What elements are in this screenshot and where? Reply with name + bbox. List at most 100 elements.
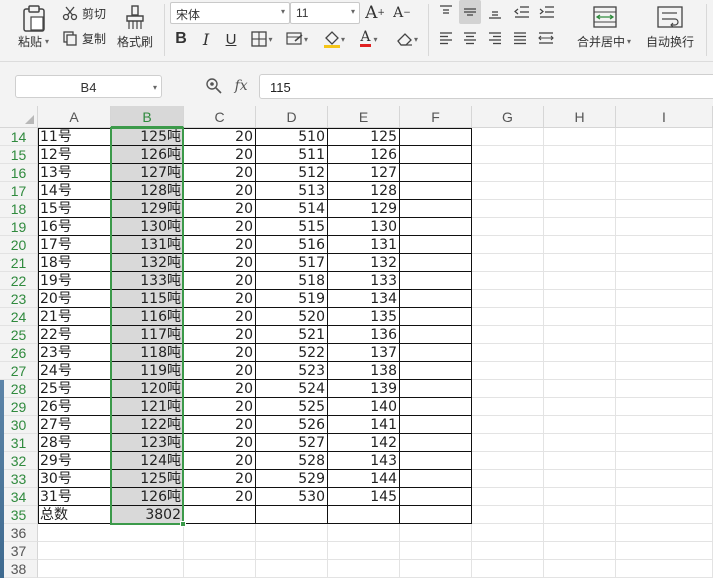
cell-a16[interactable]: 13号 xyxy=(38,164,110,182)
row-header-17[interactable]: 17 xyxy=(0,182,38,200)
cell-style-button[interactable]: ▾ xyxy=(283,29,311,49)
cell-b22[interactable]: 133吨 xyxy=(111,272,183,290)
cell-b16[interactable]: 127吨 xyxy=(111,164,183,182)
cell-a24[interactable]: 21号 xyxy=(38,308,110,326)
column-header-h[interactable]: H xyxy=(544,106,616,128)
cell-a33[interactable]: 30号 xyxy=(38,470,110,488)
row-header-33[interactable]: 33 xyxy=(0,470,38,488)
cell-d21[interactable]: 517 xyxy=(256,254,327,272)
cell-d18[interactable]: 514 xyxy=(256,200,327,218)
formula-input[interactable]: 115 xyxy=(259,74,713,99)
cell-a23[interactable]: 20号 xyxy=(38,290,110,308)
cell-e29[interactable]: 140 xyxy=(328,398,399,416)
cell-d16[interactable]: 512 xyxy=(256,164,327,182)
font-size-select[interactable]: 11 ▾ xyxy=(290,2,360,24)
italic-button[interactable]: I xyxy=(197,29,215,49)
cell-c19[interactable]: 20 xyxy=(184,218,255,236)
align-middle-button[interactable] xyxy=(459,0,481,24)
name-box[interactable]: B4 ▾ xyxy=(15,75,162,98)
cell-c27[interactable]: 20 xyxy=(184,362,255,380)
cell-d24[interactable]: 520 xyxy=(256,308,327,326)
cell-c23[interactable]: 20 xyxy=(184,290,255,308)
cell-a22[interactable]: 19号 xyxy=(38,272,110,290)
cell-c20[interactable]: 20 xyxy=(184,236,255,254)
cell-c30[interactable]: 20 xyxy=(184,416,255,434)
cell-a20[interactable]: 17号 xyxy=(38,236,110,254)
row-header-19[interactable]: 19 xyxy=(0,218,38,236)
cell-c15[interactable]: 20 xyxy=(184,146,255,164)
cell-c33[interactable]: 20 xyxy=(184,470,255,488)
paste-label[interactable]: 粘贴 xyxy=(18,33,42,50)
row-header-22[interactable]: 22 xyxy=(0,272,38,290)
align-center-button[interactable] xyxy=(460,28,480,48)
cell-b34[interactable]: 126吨 xyxy=(111,488,183,506)
cell-e14[interactable]: 125 xyxy=(328,128,399,146)
zoom-search-icon[interactable] xyxy=(205,77,223,95)
row-header-36[interactable]: 36 xyxy=(0,524,38,542)
cell-a38[interactable] xyxy=(38,560,110,578)
cell-a31[interactable]: 28号 xyxy=(38,434,110,452)
cell-e19[interactable]: 130 xyxy=(328,218,399,236)
cell-e16[interactable]: 127 xyxy=(328,164,399,182)
row-header-31[interactable]: 31 xyxy=(0,434,38,452)
cell-d29[interactable]: 525 xyxy=(256,398,327,416)
row-header-20[interactable]: 20 xyxy=(0,236,38,254)
indent-button[interactable] xyxy=(537,2,557,22)
row-header-28[interactable]: 28 xyxy=(0,380,38,398)
align-right-button[interactable] xyxy=(485,28,505,48)
fx-icon[interactable]: fx xyxy=(235,78,248,94)
cell-e30[interactable]: 141 xyxy=(328,416,399,434)
cell-d34[interactable]: 530 xyxy=(256,488,327,506)
cell-e25[interactable]: 136 xyxy=(328,326,399,344)
font-color-button[interactable]: A ▾ xyxy=(354,29,384,49)
cell-b31[interactable]: 123吨 xyxy=(111,434,183,452)
cell-d32[interactable]: 528 xyxy=(256,452,327,470)
cell-c22[interactable]: 20 xyxy=(184,272,255,290)
cell-a32[interactable]: 29号 xyxy=(38,452,110,470)
column-header-a[interactable]: A xyxy=(38,106,111,128)
cell-b19[interactable]: 130吨 xyxy=(111,218,183,236)
cell-e26[interactable]: 137 xyxy=(328,344,399,362)
cell-b15[interactable]: 126吨 xyxy=(111,146,183,164)
cell-c31[interactable]: 20 xyxy=(184,434,255,452)
row-header-37[interactable]: 37 xyxy=(0,542,38,560)
row-header-38[interactable]: 38 xyxy=(0,560,38,578)
fill-color-button[interactable]: ▾ xyxy=(319,29,349,49)
cell-b14[interactable]: 125吨 xyxy=(111,128,183,146)
column-header-f[interactable]: F xyxy=(400,106,472,128)
increase-font-button[interactable]: A + xyxy=(365,2,385,24)
cell-a27[interactable]: 24号 xyxy=(38,362,110,380)
cell-d38[interactable] xyxy=(256,560,327,578)
merge-dropdown-arrow[interactable]: ▾ xyxy=(627,37,631,46)
cell-b26[interactable]: 118吨 xyxy=(111,344,183,362)
cell-b29[interactable]: 121吨 xyxy=(111,398,183,416)
merge-center-button[interactable] xyxy=(590,4,620,30)
cell-d19[interactable]: 515 xyxy=(256,218,327,236)
cell-b17[interactable]: 128吨 xyxy=(111,182,183,200)
spreadsheet-grid[interactable]: A B C D E F G H I 14 11号 125吨 20 510 125 15 12号 126吨 20 511… xyxy=(0,106,713,578)
borders-button[interactable]: ▾ xyxy=(249,29,275,49)
cell-a37[interactable] xyxy=(38,542,110,560)
cell-c28[interactable]: 20 xyxy=(184,380,255,398)
cell-a25[interactable]: 22号 xyxy=(38,326,110,344)
fill-handle[interactable] xyxy=(180,521,186,527)
cell-c29[interactable]: 20 xyxy=(184,398,255,416)
row-header-14[interactable]: 14 xyxy=(0,128,38,146)
row-header-30[interactable]: 30 xyxy=(0,416,38,434)
cell-e21[interactable]: 132 xyxy=(328,254,399,272)
cell-d15[interactable]: 511 xyxy=(256,146,327,164)
column-header-b[interactable]: B xyxy=(111,106,184,128)
row-header-35[interactable]: 35 xyxy=(0,506,38,524)
cell-b24[interactable]: 116吨 xyxy=(111,308,183,326)
cell-b27[interactable]: 119吨 xyxy=(111,362,183,380)
cell-d17[interactable]: 513 xyxy=(256,182,327,200)
cell-a15[interactable]: 12号 xyxy=(38,146,110,164)
cell-e32[interactable]: 143 xyxy=(328,452,399,470)
cell-c24[interactable]: 20 xyxy=(184,308,255,326)
cell-a18[interactable]: 15号 xyxy=(38,200,110,218)
cut-button[interactable]: 剪切 xyxy=(62,4,110,22)
justify-button[interactable] xyxy=(510,28,530,48)
cell-b37[interactable] xyxy=(111,542,183,560)
clear-format-button[interactable]: ▾ xyxy=(392,29,422,49)
cell-e15[interactable]: 126 xyxy=(328,146,399,164)
